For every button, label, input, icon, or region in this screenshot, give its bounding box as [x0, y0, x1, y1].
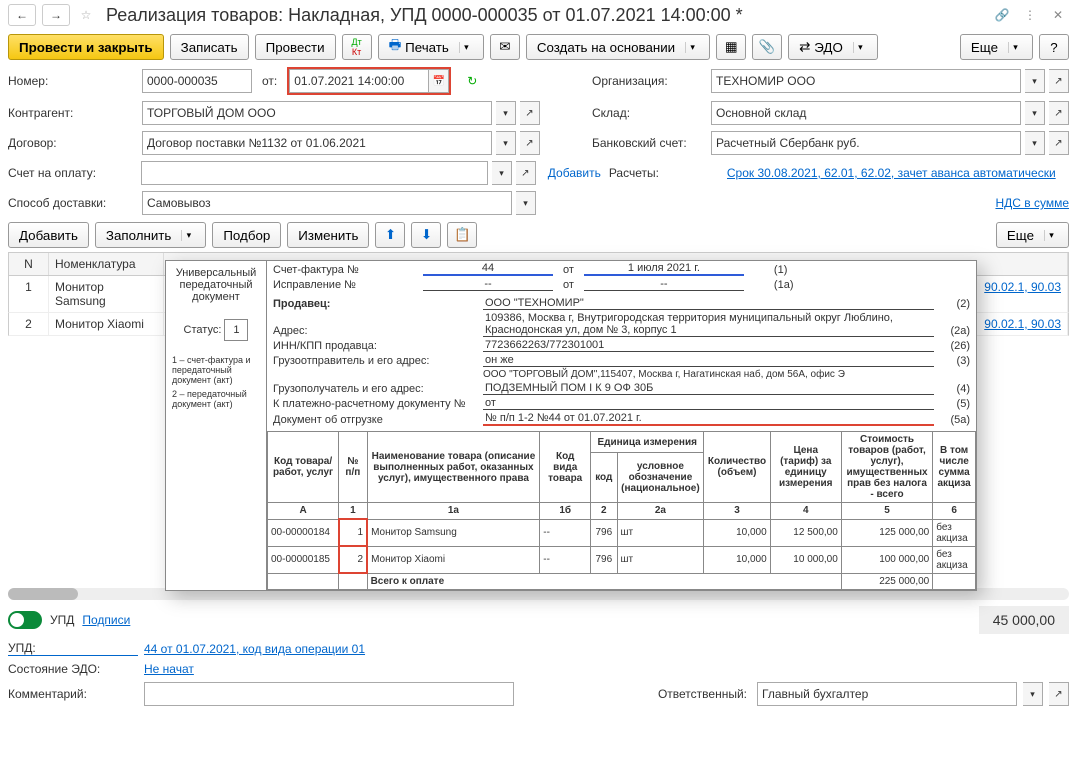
status-value: 1: [224, 319, 248, 341]
delivery-label: Способ доставки:: [8, 196, 138, 210]
link-icon[interactable]: 🔗: [991, 4, 1013, 26]
write-button[interactable]: Записать: [170, 34, 249, 60]
upd2-label: УПД:: [8, 641, 138, 656]
contr-open-icon[interactable]: ↗: [520, 101, 540, 125]
resp-open-icon[interactable]: ↗: [1049, 682, 1069, 706]
post-and-close-button[interactable]: Провести и закрыть: [8, 34, 164, 60]
invoice-table: Код товара/ работ, услуг № п/п Наименова…: [267, 431, 976, 590]
email-button[interactable]: ✉: [490, 34, 520, 60]
add-invoice-link[interactable]: Добавить: [548, 166, 601, 180]
upd-doc-title: Универсальный передаточный документ: [172, 267, 260, 303]
copy-button[interactable]: 📋: [447, 222, 477, 248]
calc-label: Расчеты:: [609, 166, 723, 180]
account-link[interactable]: 90.02.1, 90.03: [984, 280, 1061, 294]
calendar-icon[interactable]: 📅: [429, 69, 449, 93]
kebab-icon[interactable]: ⋮: [1019, 4, 1041, 26]
invoice-row: 00-00000184 1 Монитор Samsung -- 796 шт …: [268, 519, 976, 546]
window-title: Реализация товаров: Накладная, УПД 0000-…: [106, 5, 985, 26]
delivery-input[interactable]: Самовывоз: [142, 191, 512, 215]
org-dropdown-icon[interactable]: [1025, 69, 1045, 93]
add-row-button[interactable]: Добавить: [8, 222, 89, 248]
attach-button[interactable]: 📎: [752, 34, 782, 60]
from-label: от:: [262, 74, 277, 88]
post-button[interactable]: Провести: [255, 34, 336, 60]
org-input[interactable]: ТЕХНОМИР ООО: [711, 69, 1021, 93]
comment-label: Комментарий:: [8, 687, 138, 701]
sklad-input[interactable]: Основной склад: [711, 101, 1021, 125]
sklad-open-icon[interactable]: ↗: [1049, 101, 1069, 125]
calc-link[interactable]: Срок 30.08.2021, 62.01, 62.02, зачет ава…: [727, 166, 1069, 180]
number-label: Номер:: [8, 74, 138, 88]
more-rows-button[interactable]: Еще: [996, 222, 1069, 248]
delivery-dropdown-icon[interactable]: [516, 191, 536, 215]
more-button[interactable]: Еще: [960, 34, 1033, 60]
sign-link[interactable]: Подписи: [82, 613, 130, 627]
invoice-open-icon[interactable]: ↗: [516, 161, 536, 185]
contr-dropdown-icon[interactable]: [496, 101, 516, 125]
change-button[interactable]: Изменить: [287, 222, 369, 248]
upd-toggle[interactable]: [8, 611, 42, 629]
comment-input[interactable]: [144, 682, 514, 706]
bank-dropdown-icon[interactable]: [1025, 131, 1045, 155]
org-open-icon[interactable]: ↗: [1049, 69, 1069, 93]
nav-back-button[interactable]: ←: [8, 4, 36, 26]
dt-kt-button[interactable]: ДтКт: [342, 34, 372, 60]
move-down-button[interactable]: ⬇: [411, 222, 441, 248]
nds-link[interactable]: НДС в сумме: [995, 196, 1069, 210]
print-button[interactable]: 🖶 Печать: [378, 34, 484, 60]
edo-state-label: Состояние ЭДО:: [8, 662, 138, 676]
invoice-dropdown-icon[interactable]: [492, 161, 512, 185]
move-up-button[interactable]: ⬆: [375, 222, 405, 248]
date-input[interactable]: 01.07.2021 14:00:00: [289, 69, 429, 93]
select-button[interactable]: Подбор: [212, 222, 281, 248]
account-link[interactable]: 90.02.1, 90.03: [984, 317, 1061, 331]
fill-button[interactable]: Заполнить: [95, 222, 206, 248]
upd-label: УПД: [50, 613, 74, 627]
contr-input[interactable]: ТОРГОВЫЙ ДОМ ООО: [142, 101, 492, 125]
bank-label: Банковский счет:: [592, 136, 707, 150]
bank-input[interactable]: Расчетный Сбербанк руб.: [711, 131, 1021, 155]
total-box: 45 000,00: [979, 606, 1069, 634]
star-icon[interactable]: ☆: [76, 5, 96, 25]
edo-button[interactable]: ⇄ ЭДО: [788, 34, 878, 60]
create-based-button[interactable]: Создать на основании: [526, 34, 710, 60]
sklad-label: Склад:: [592, 106, 707, 120]
refresh-icon[interactable]: ↻: [461, 70, 483, 92]
close-icon[interactable]: ✕: [1047, 4, 1069, 26]
dogovor-input[interactable]: Договор поставки №1132 от 01.06.2021: [142, 131, 492, 155]
resp-label: Ответственный:: [658, 687, 747, 701]
dogovor-dropdown-icon[interactable]: [496, 131, 516, 155]
dogovor-open-icon[interactable]: ↗: [520, 131, 540, 155]
bank-open-icon[interactable]: ↗: [1049, 131, 1069, 155]
resp-input[interactable]: Главный бухгалтер: [757, 682, 1017, 706]
sklad-dropdown-icon[interactable]: [1025, 101, 1045, 125]
upd-doc-link[interactable]: 44 от 01.07.2021, код вида операции 01: [144, 642, 365, 656]
invoice-row: 00-00000185 2 Монитор Xiaomi -- 796 шт 1…: [268, 546, 976, 573]
org-label: Организация:: [592, 74, 707, 88]
invoice-input[interactable]: [141, 161, 488, 185]
edo-state-link[interactable]: Не начат: [144, 662, 194, 676]
number-input[interactable]: 0000-000035: [142, 69, 252, 93]
resp-dropdown-icon[interactable]: [1023, 682, 1043, 706]
contr-label: Контрагент:: [8, 106, 138, 120]
invoice-label: Счет на оплату:: [8, 166, 137, 180]
help-button[interactable]: ?: [1039, 34, 1069, 60]
nav-forward-button[interactable]: →: [42, 4, 70, 26]
print-preview-popup: Универсальный передаточный документ Стат…: [165, 260, 977, 591]
reg-button[interactable]: ▦: [716, 34, 746, 60]
dogovor-label: Договор:: [8, 136, 138, 150]
